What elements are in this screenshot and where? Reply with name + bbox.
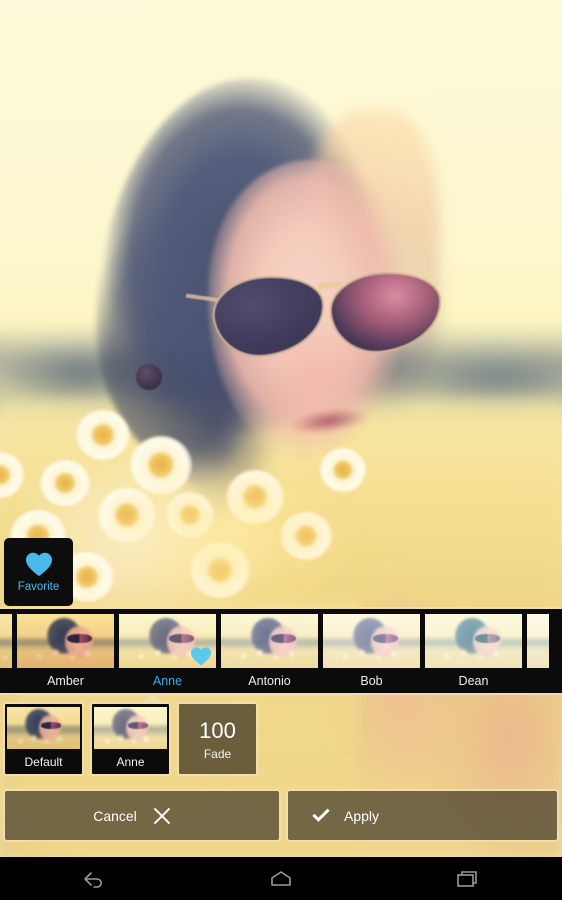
filter-label: Anne [152,674,183,688]
action-bar: Cancel Apply [3,789,559,842]
filter-thumbnail [221,614,318,668]
filter-label: Antonio [248,674,291,688]
filter-label: Bob [360,674,383,688]
filter-thumbnail [527,614,549,668]
nav-home-button[interactable] [251,864,311,894]
filter-thumbnail [0,614,12,668]
filter-row: Amber Anne Antonio Bob Dean [0,609,549,693]
filter-thumbnail [425,614,522,668]
selected-filter-caret [142,693,164,704]
fade-value: 100 [199,717,236,743]
app-root: Favorite Amber Anne Antonio Bob Dean Def… [0,0,562,900]
filter-item-partial-right[interactable] [527,614,549,668]
filter-thumbnail [323,614,420,668]
filter-label: Amber [47,674,84,688]
favorited-heart-icon [191,647,211,666]
apply-label: Apply [344,807,380,824]
preset-label: Default [24,755,63,769]
fade-label: Fade [203,746,232,761]
preset-row[interactable]: Default Anne 100 Fade [0,702,562,780]
favorite-button[interactable]: Favorite [4,538,73,606]
favorite-label: Favorite [17,581,60,593]
filter-item-bob[interactable]: Bob [323,614,420,688]
filter-item-antonio[interactable]: Antonio [221,614,318,688]
filter-thumbnail [17,614,114,668]
recents-icon [457,870,478,887]
cancel-button[interactable]: Cancel [3,789,281,842]
filter-item-amber[interactable]: Amber [17,614,114,688]
check-icon [312,808,330,822]
home-icon [271,870,291,886]
heart-icon [25,552,52,577]
filter-thumbnail [119,614,216,668]
nav-back-button[interactable] [64,864,124,894]
back-arrow-icon [83,871,102,888]
preset-item-default[interactable]: Default [3,702,84,776]
filter-item-dean[interactable]: Dean [425,614,522,688]
fade-control[interactable]: 100 Fade [177,702,258,776]
filter-strip[interactable]: Amber Anne Antonio Bob Dean [0,607,562,695]
filter-item-anne[interactable]: Anne [119,614,216,688]
cancel-label: Cancel [93,807,137,824]
filter-item-partial-left[interactable] [0,614,12,668]
filter-label: Dean [458,674,489,688]
android-nav-bar [0,857,562,900]
preset-label: Anne [116,755,145,769]
close-x-icon [153,807,171,824]
preset-thumbnail [94,707,167,749]
preset-item-anne[interactable]: Anne [90,702,171,776]
preset-thumbnail [7,707,80,749]
nav-recents-button[interactable] [438,864,498,894]
apply-button[interactable]: Apply [286,789,559,842]
